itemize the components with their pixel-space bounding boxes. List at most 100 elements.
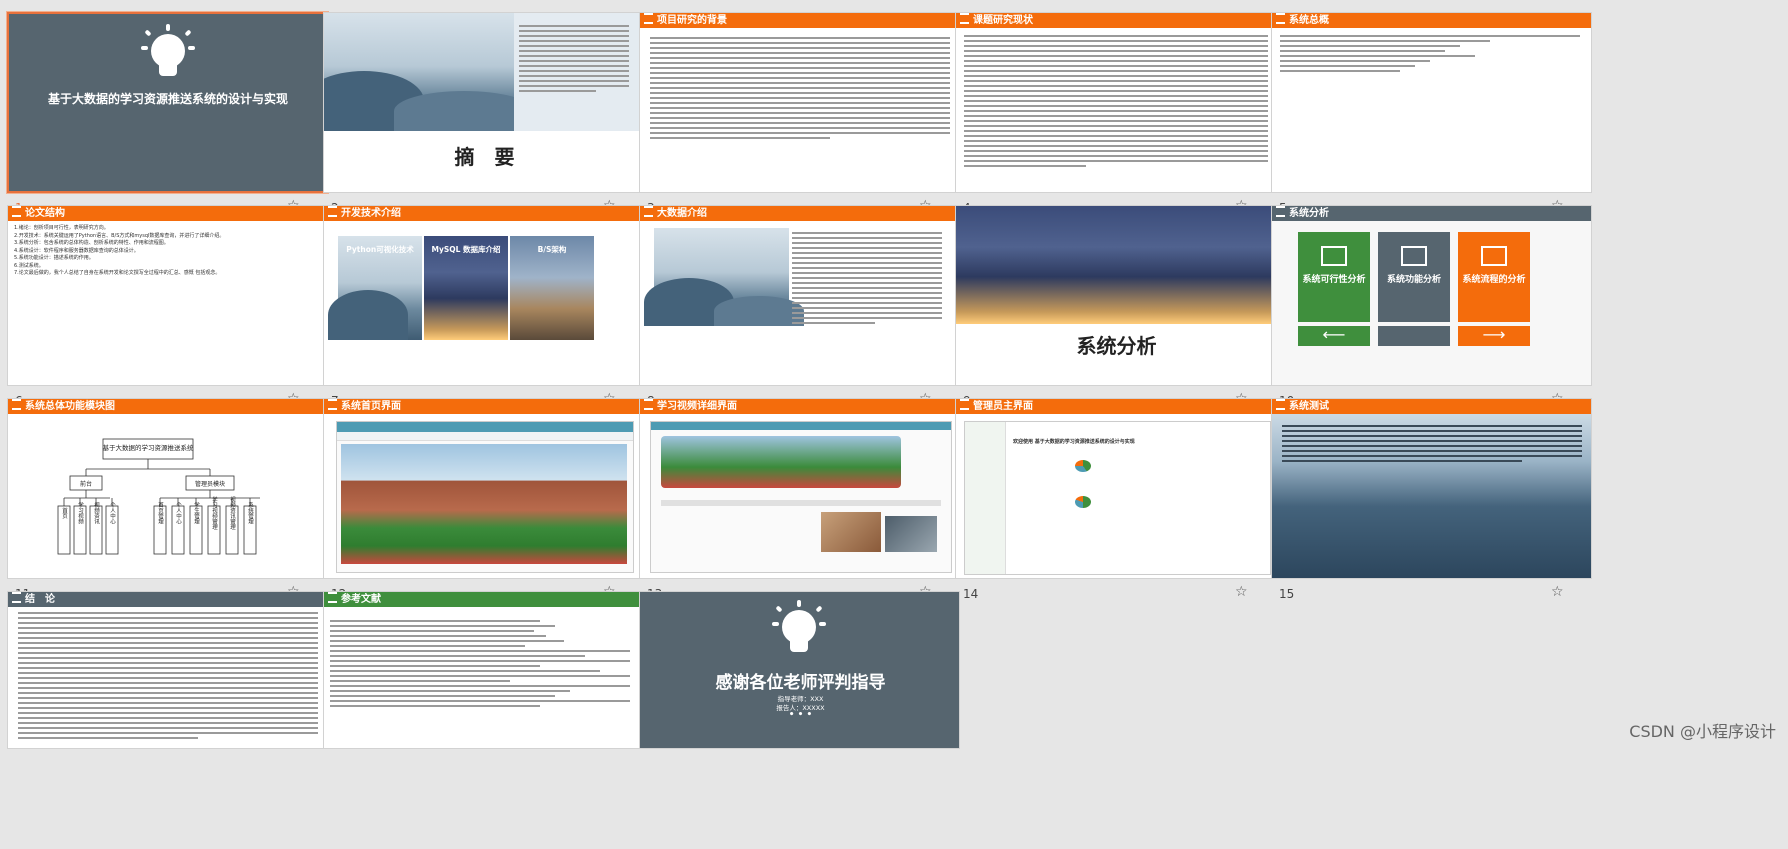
analysis-box-function: 系统功能分析 xyxy=(1378,232,1450,322)
body-text xyxy=(792,232,942,327)
slide-9[interactable]: 系统分析 xyxy=(955,205,1276,386)
dots-decoration: • • • xyxy=(788,710,813,720)
slide-18[interactable]: 感谢各位老师评判指导 指导老师：XXX 报告人：XXXXX • • • xyxy=(639,591,960,749)
group-label: 管理员模块 xyxy=(195,480,225,488)
module-leaf-label: 首页管理 xyxy=(157,501,164,524)
slide-6[interactable]: 论文结构 1.绪论：剖析项目可行性，表明研究方向。 2.开发技术：系统关键运用了… xyxy=(7,205,328,386)
slide-header: 参考文献 xyxy=(324,592,643,607)
module-diagram: 首页 学习视频 视频资讯 个人中心 首页管理 个人中心 学生管理 学习视频管理 视频资讯管理 系… xyxy=(57,438,260,555)
slide-header: 结 论 xyxy=(8,592,327,607)
slide-16[interactable]: 结 论 xyxy=(7,591,328,749)
card-label: B/S架构 xyxy=(537,245,567,254)
list-icon xyxy=(644,13,653,24)
module-leaf-label: 学生管理 xyxy=(193,501,200,524)
bulb-icon xyxy=(770,600,828,656)
list-icon xyxy=(12,399,21,410)
analysis-box-flow: 系统流程的分析 xyxy=(1458,232,1530,322)
module-leaf-label: 个人中心 xyxy=(175,502,182,524)
slide-8[interactable]: 大数据介绍 xyxy=(639,205,960,386)
card-label: Python可视化技术 xyxy=(346,245,414,254)
slide-header: 大数据介绍 xyxy=(640,206,959,221)
slide-5[interactable]: 系统总概 xyxy=(1271,12,1592,193)
module-leaf-label: 学习视频 xyxy=(77,501,84,525)
body-text xyxy=(964,35,1268,170)
slide-4[interactable]: 课题研究现状 xyxy=(955,12,1276,193)
slide-7[interactable]: 开发技术介绍 Python可视化技术 MySQL 数据库介绍 B/S架构 xyxy=(323,205,644,386)
list-icon xyxy=(12,206,21,217)
city-image xyxy=(956,206,1275,324)
slide-17[interactable]: 参考文献 xyxy=(323,591,644,749)
slide-title: 摘 要 xyxy=(454,145,515,169)
slide-11[interactable]: 系统总体功能模块图 首页 学习视频 视频资讯 个人中心 首页管理 个人中心 学生管理 学习视… xyxy=(7,398,328,579)
monitor-icon xyxy=(1321,246,1347,266)
list-icon xyxy=(960,13,969,24)
body-text xyxy=(18,612,318,742)
outline-item: 3.系统分析：包含系统的总体构造、剖析系统的特性、作用和流程图。 xyxy=(14,240,169,246)
outline-list: 1.绪论：剖析项目可行性，表明研究方向。 2.开发技术：系统关键运用了Pytho… xyxy=(14,225,324,278)
slide-14[interactable]: 管理员主界面 欢迎使用 基于大数据的学习资源推送系统的设计与实现 xyxy=(955,398,1276,579)
divider xyxy=(1378,326,1450,346)
pie-icon xyxy=(1075,496,1091,508)
slide-12[interactable]: 系统首页界面 xyxy=(323,398,644,579)
list-icon xyxy=(1276,399,1285,410)
slide-13[interactable]: 学习视频详细界面 xyxy=(639,398,960,579)
slide-title: 系统分析 xyxy=(1076,334,1157,358)
module-leaf-label: 系统管理 xyxy=(247,501,254,524)
slide-header: 开发技术介绍 xyxy=(324,206,643,221)
slide-header: 系统测试 xyxy=(1272,399,1591,414)
root-label: 基于大数据的学习资源推送系统 xyxy=(103,443,195,452)
slide-header: 项目研究的背景 xyxy=(640,13,959,28)
module-leaf-label: 视频资讯 xyxy=(93,501,100,525)
outline-item: 5.系统功能设计：描述系统的作用。 xyxy=(14,255,94,261)
slide-3[interactable]: 项目研究的背景 xyxy=(639,12,960,193)
outline-item: 4.系统设计：软件程序和服务器数据库查询的总体设计。 xyxy=(14,247,139,254)
chart-icon xyxy=(1401,246,1427,266)
list-icon xyxy=(328,206,337,217)
module-leaf-label: 首页 xyxy=(61,506,68,519)
slide-title: 感谢各位老师评判指导 xyxy=(715,673,886,693)
star-icon[interactable]: ☆ xyxy=(1551,584,1564,600)
tech-card-mysql: MySQL 数据库介绍 xyxy=(424,236,508,340)
slide-title: 基于大数据的学习资源推送系统的设计与实现 xyxy=(47,92,288,106)
outline-item: 6.测试系统。 xyxy=(14,262,44,269)
landscape-image xyxy=(644,228,804,326)
slide-header: 课题研究现状 xyxy=(956,13,1275,28)
screenshot-home xyxy=(336,421,634,573)
slide-number: 15 xyxy=(1279,587,1295,601)
slide-header: 学习视频详细界面 xyxy=(640,399,959,414)
laptop-icon xyxy=(1481,246,1507,266)
body-text xyxy=(1280,35,1580,75)
module-leaf-label: 视频资讯管理 xyxy=(229,495,236,529)
screenshot-video-detail xyxy=(650,421,952,573)
bulb-icon xyxy=(139,24,197,80)
landscape-image xyxy=(324,13,534,131)
body-text xyxy=(650,37,950,142)
list-icon xyxy=(1276,206,1285,217)
list-icon xyxy=(328,592,337,603)
body-text xyxy=(1282,425,1582,465)
arrow-left-icon: ⟵ xyxy=(1298,326,1370,346)
list-icon xyxy=(644,206,653,217)
slide-10[interactable]: 系统分析 系统可行性分析 系统功能分析 系统流程的分析 ⟵ ⟶ xyxy=(1271,205,1592,386)
reference-list xyxy=(330,620,630,710)
slide-header: 论文结构 xyxy=(8,206,327,221)
slide-1[interactable]: 基于大数据的学习资源推送系统的设计与实现 xyxy=(7,12,328,193)
slide-header: 系统总体功能模块图 xyxy=(8,399,327,414)
slide-number: 14 xyxy=(963,587,979,601)
slide-header: 系统分析 xyxy=(1272,206,1591,221)
screenshot-admin: 欢迎使用 基于大数据的学习资源推送系统的设计与实现 xyxy=(964,421,1271,575)
slide-15[interactable]: 系统测试 xyxy=(1271,398,1592,579)
module-leaf-label: 学习视频管理 xyxy=(211,495,218,529)
list-icon xyxy=(960,399,969,410)
list-icon xyxy=(644,399,653,410)
arrow-right-icon: ⟶ xyxy=(1458,326,1530,346)
slide-2[interactable]: 摘 要 xyxy=(323,12,644,193)
module-leaf-label: 个人中心 xyxy=(109,502,116,524)
outline-item: 2.开发技术：系统关键运用了Python语言、B/S方式和mysql数据库查询，… xyxy=(14,232,225,239)
slide-header: 系统总概 xyxy=(1272,13,1591,28)
star-icon[interactable]: ☆ xyxy=(1235,584,1248,600)
list-icon xyxy=(328,399,337,410)
welcome-text: 欢迎使用 基于大数据的学习资源推送系统的设计与实现 xyxy=(1013,439,1135,445)
outline-item: 7.论文最后做的，我个人总结了自身在系统开发和论文撰写全过程中的汇总、感慨 包括… xyxy=(14,270,221,276)
tech-card-bs: B/S架构 xyxy=(510,236,594,340)
